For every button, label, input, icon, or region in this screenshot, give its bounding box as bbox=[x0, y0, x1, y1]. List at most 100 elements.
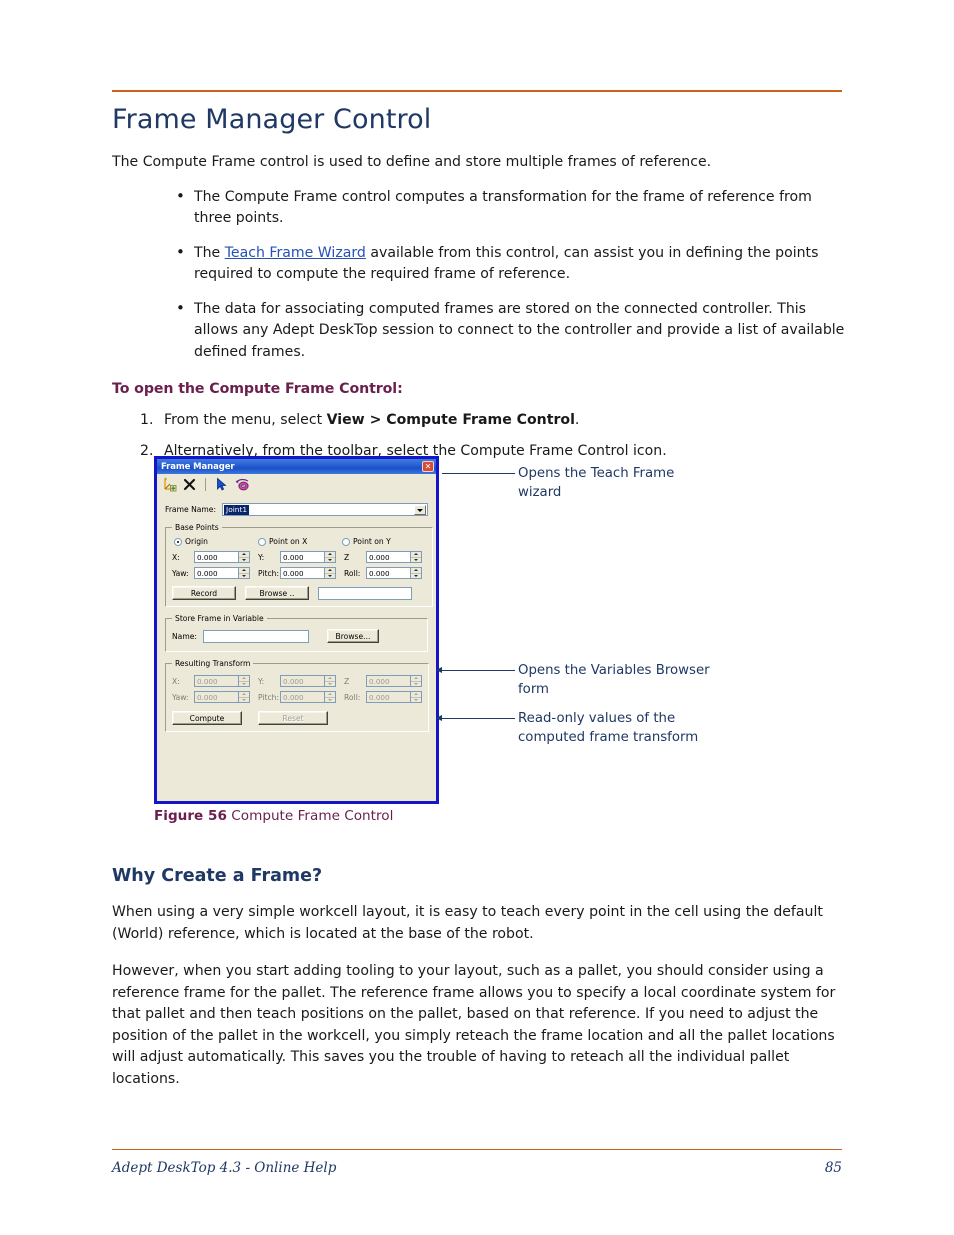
teach-frame-wizard-link[interactable]: Teach Frame Wizard bbox=[225, 245, 366, 261]
pointer-select-icon[interactable] bbox=[214, 477, 229, 492]
field-label: Pitch: bbox=[258, 568, 280, 578]
dialog-titlebar: Frame Manager ✕ bbox=[157, 459, 436, 474]
spinner-roll[interactable]: 0.000 bbox=[366, 567, 422, 579]
field-x: X: 0.000 bbox=[172, 551, 250, 563]
spinner-value: 0.000 bbox=[197, 553, 218, 562]
result-field-yaw: Yaw: 0.000 bbox=[172, 691, 250, 703]
name-label: Name: bbox=[172, 631, 197, 641]
frame-name-value: Joint1 bbox=[224, 504, 250, 515]
body-paragraph-2: However, when you start adding tooling t… bbox=[112, 963, 836, 1087]
spinner-value: 0.000 bbox=[369, 693, 390, 702]
callout-arrow-2 bbox=[436, 666, 442, 673]
radio-icon bbox=[258, 537, 266, 546]
radio-icon bbox=[342, 537, 350, 546]
figure-56: Frame Manager ✕ Frame Name: Joint1 Base … bbox=[112, 448, 842, 833]
footer-rule bbox=[112, 1149, 842, 1150]
spinner-arrows bbox=[324, 692, 335, 702]
result-spinner-x: 0.000 bbox=[194, 675, 250, 687]
callout-read-only-values: Read-only values of the computed frame t… bbox=[518, 711, 699, 745]
variable-name-input[interactable] bbox=[202, 629, 309, 643]
spinner-y[interactable]: 0.000 bbox=[280, 551, 336, 563]
result-field-z: Z 0.000 bbox=[344, 675, 422, 687]
field-label: Z bbox=[344, 676, 350, 686]
spinner-arrows[interactable] bbox=[238, 552, 249, 562]
section-heading-why-create-a-frame: Why Create a Frame? bbox=[112, 866, 323, 886]
spinner-yaw[interactable]: 0.000 bbox=[194, 567, 250, 579]
browse-variable-button[interactable]: Browse... bbox=[326, 629, 379, 643]
radio-origin[interactable]: Origin bbox=[174, 537, 258, 546]
result-field-x: X: 0.000 bbox=[172, 675, 250, 687]
resulting-transform-group: Resulting Transform X: 0.000 Y: 0.000 Z … bbox=[165, 659, 429, 732]
base-points-xyz-row: X: 0.000 Y: 0.000 Z 0.000 bbox=[172, 551, 426, 563]
field-yaw: Yaw: 0.000 bbox=[172, 567, 250, 579]
radio-point-on-x[interactable]: Point on X bbox=[258, 537, 342, 546]
result-spinner-yaw: 0.000 bbox=[194, 691, 250, 703]
result-spinner-roll: 0.000 bbox=[366, 691, 422, 703]
field-label: X: bbox=[172, 552, 180, 562]
spinner-value: 0.000 bbox=[369, 569, 390, 578]
page-content-lower: Why Create a Frame? When using a very si… bbox=[112, 840, 842, 1090]
chevron-down-icon[interactable] bbox=[414, 505, 426, 515]
spinner-value: 0.000 bbox=[283, 693, 304, 702]
close-icon[interactable]: ✕ bbox=[422, 461, 434, 472]
delete-frame-x-icon[interactable] bbox=[182, 477, 197, 492]
browse-points-button[interactable]: Browse .. bbox=[245, 586, 309, 600]
result-spinner-y: 0.000 bbox=[280, 675, 336, 687]
frame-manager-dialog: Frame Manager ✕ Frame Name: Joint1 Base … bbox=[154, 456, 439, 804]
result-field-roll: Roll: 0.000 bbox=[344, 691, 422, 703]
field-label: Y: bbox=[258, 552, 265, 562]
spinner-z[interactable]: 0.000 bbox=[366, 551, 422, 563]
spinner-value: 0.000 bbox=[283, 677, 304, 686]
callout-variables-browser: Opens the Variables Browser form bbox=[518, 663, 710, 697]
store-frame-group: Store Frame in Variable Name: Browse... bbox=[165, 614, 428, 652]
page-title: Frame Manager Control bbox=[112, 104, 432, 135]
store-frame-name-row: Name: Browse... bbox=[172, 629, 421, 643]
result-spinner-pitch: 0.000 bbox=[280, 691, 336, 703]
result-ypr-row: Yaw: 0.000 Pitch: 0.000 Roll: 0.000 bbox=[172, 691, 422, 703]
new-frame-axes-icon[interactable] bbox=[162, 477, 177, 492]
compute-button[interactable]: Compute bbox=[172, 711, 242, 725]
callout-teach-frame-wizard: Opens the Teach Frame wizard bbox=[518, 466, 675, 500]
spinner-arrows[interactable] bbox=[324, 568, 335, 578]
spinner-value: 0.000 bbox=[197, 677, 218, 686]
step-text-bold: View > Compute Frame Control bbox=[326, 412, 575, 428]
spinner-arrows[interactable] bbox=[410, 552, 421, 562]
step-text-before: From the menu, select bbox=[164, 412, 327, 428]
field-label: Z bbox=[344, 552, 350, 562]
step-text-after: . bbox=[574, 412, 580, 428]
spinner-value: 0.000 bbox=[197, 569, 218, 578]
spinner-arrows[interactable] bbox=[324, 552, 335, 562]
page-number: 85 bbox=[824, 1160, 842, 1176]
callout-leader-1 bbox=[442, 473, 515, 474]
list-item: The Teach Frame Wizard available from th… bbox=[172, 242, 850, 286]
teach-frame-wizard-icon[interactable] bbox=[234, 477, 249, 492]
spinner-value: 0.000 bbox=[369, 553, 390, 562]
spinner-pitch[interactable]: 0.000 bbox=[280, 567, 336, 579]
bullet-text: The Compute Frame control computes a tra… bbox=[194, 188, 812, 227]
spinner-arrows[interactable] bbox=[238, 568, 249, 578]
result-spinner-z: 0.000 bbox=[366, 675, 422, 687]
radio-label: Point on Y bbox=[353, 537, 391, 546]
spinner-value: 0.000 bbox=[283, 569, 304, 578]
field-pitch: Pitch: 0.000 bbox=[258, 567, 336, 579]
page-content: Frame Manager Control The Compute Frame … bbox=[112, 100, 845, 471]
callout-arrow-3 bbox=[436, 714, 442, 721]
radio-label: Origin bbox=[185, 537, 208, 546]
record-button[interactable]: Record bbox=[172, 586, 236, 600]
screenshot-capture: Frame Manager ✕ Frame Name: Joint1 Base … bbox=[154, 456, 439, 804]
resulting-transform-button-row: Compute Reset bbox=[172, 711, 422, 725]
bullet-text: The data for associating computed frames… bbox=[194, 300, 845, 360]
dialog-toolbar bbox=[157, 474, 436, 494]
footer-label: Adept DeskTop 4.3 - Online Help bbox=[112, 1160, 337, 1176]
base-points-ypr-row: Yaw: 0.000 Pitch: 0.000 Roll: 0.000 bbox=[172, 567, 426, 579]
base-points-textbox[interactable] bbox=[318, 586, 412, 600]
list-item: From the menu, select View > Compute Fra… bbox=[140, 410, 842, 432]
field-y: Y: 0.000 bbox=[258, 551, 336, 563]
dialog-body: Frame Name: Joint1 Base Points Origin Po… bbox=[157, 494, 436, 732]
spinner-arrows[interactable] bbox=[410, 568, 421, 578]
callout-leader-3 bbox=[442, 718, 515, 719]
field-label: Roll: bbox=[344, 692, 361, 702]
spinner-x[interactable]: 0.000 bbox=[194, 551, 250, 563]
frame-name-combo[interactable]: Joint1 bbox=[222, 503, 428, 516]
radio-point-on-y[interactable]: Point on Y bbox=[342, 537, 426, 546]
